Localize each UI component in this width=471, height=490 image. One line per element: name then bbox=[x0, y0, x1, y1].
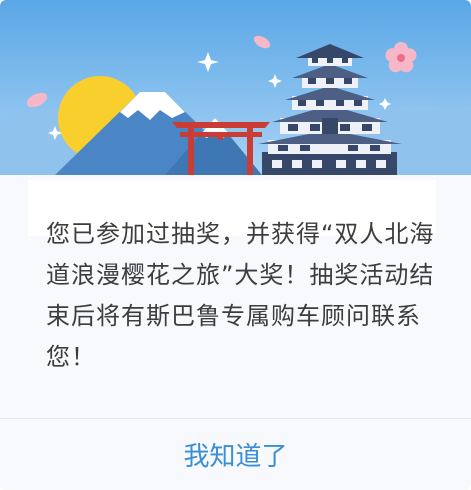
hokkaido-banner bbox=[0, 0, 471, 175]
confirm-button[interactable]: 我知道了 bbox=[0, 419, 471, 490]
prize-dialog: 您已参加过抽奖，并获得“双人北海道浪漫樱花之旅”大奖！抽奖活动结束后将有斯巴鲁专… bbox=[0, 0, 471, 490]
prize-message: 您已参加过抽奖，并获得“双人北海道浪漫樱花之旅”大奖！抽奖活动结束后将有斯巴鲁专… bbox=[46, 220, 435, 371]
banner-illustration bbox=[0, 0, 471, 175]
